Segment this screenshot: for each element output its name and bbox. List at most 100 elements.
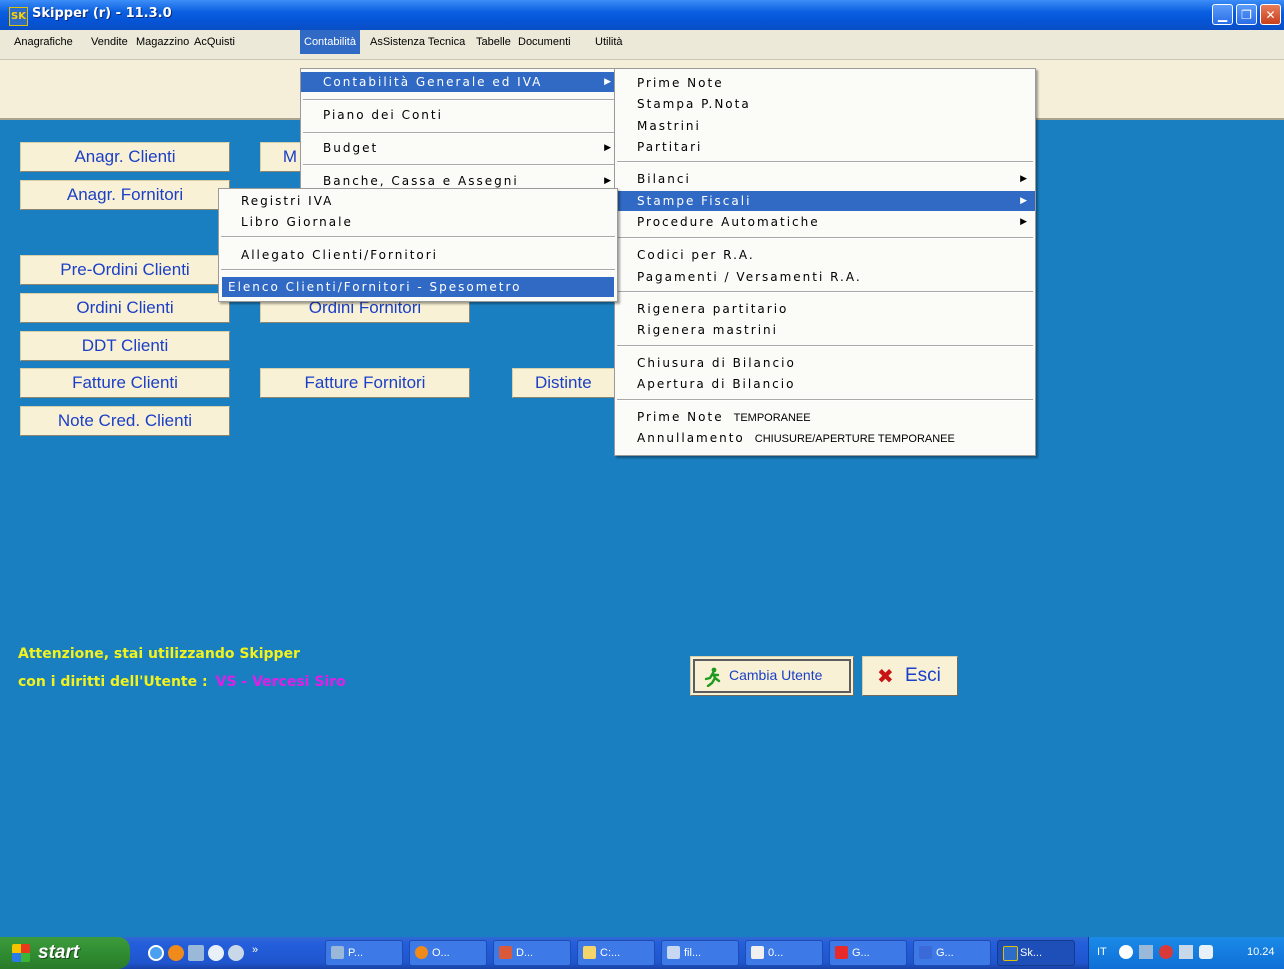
menu-acquisti[interactable]: AcQuisti xyxy=(190,30,239,54)
restore-button[interactable]: ❐ xyxy=(1236,4,1257,25)
volume-icon[interactable] xyxy=(1179,945,1193,959)
ddt-clienti-button[interactable]: DDT Clienti xyxy=(20,331,230,361)
menu-item-label: Budget xyxy=(323,141,379,155)
note-cred-clienti-button[interactable]: Note Cred. Clienti xyxy=(20,406,230,436)
window-title: Skipper (r) - 11.3.0 xyxy=(32,6,172,21)
anagr-fornitori-button[interactable]: Anagr. Fornitori xyxy=(20,180,230,210)
pdf-icon xyxy=(835,946,848,959)
taskbar-item-label: fil... xyxy=(684,947,702,959)
menu-item-piano-dei-conti[interactable]: Piano dei Conti xyxy=(301,105,619,125)
fatture-clienti-button[interactable]: Fatture Clienti xyxy=(20,368,230,398)
menu-separator xyxy=(617,161,1033,163)
menu-item-apertura-bilancio[interactable]: Apertura di Bilancio xyxy=(615,374,1035,394)
ie-icon[interactable] xyxy=(148,945,164,961)
running-man-icon xyxy=(704,667,721,687)
contabilita-generale-menu: Prime Note Stampa P.Nota Mastrini Partit… xyxy=(614,68,1036,456)
tray-app-icon[interactable] xyxy=(1199,945,1213,959)
menu-item-label: Procedure Automatiche xyxy=(637,215,820,229)
close-x-icon: ✖ xyxy=(877,664,894,688)
anagr-clienti-button[interactable]: Anagr. Clienti xyxy=(20,142,230,172)
taskbar-item[interactable]: C:... xyxy=(577,940,655,966)
menu-item-pagamenti-versamenti-ra[interactable]: Pagamenti / Versamenti R.A. xyxy=(615,267,1035,287)
taskbar-item[interactable]: O... xyxy=(409,940,487,966)
taskbar: start » P... O... D... C:... fil... 0...… xyxy=(0,937,1284,969)
pre-ordini-clienti-button[interactable]: Pre-Ordini Clienti xyxy=(20,255,230,285)
menu-magazzino[interactable]: Magazzino xyxy=(132,30,193,54)
word-icon xyxy=(919,946,932,959)
menu-utilita[interactable]: Utilità xyxy=(591,30,627,54)
menu-separator xyxy=(221,236,615,238)
media-icon[interactable] xyxy=(208,945,224,961)
distinte-button[interactable]: Distinte xyxy=(512,368,622,398)
taskbar-item-skipper[interactable]: Sk... xyxy=(997,940,1075,966)
menu-item-annullamento[interactable]: Annullamento CHIUSURE/APERTURE TEMPORANEE xyxy=(615,428,1035,448)
menu-item-partitari[interactable]: Partitari xyxy=(615,137,1035,157)
menu-item-allegato-clienti-fornitori[interactable]: Allegato Clienti/Fornitori xyxy=(219,245,617,265)
submenu-arrow-icon: ▶ xyxy=(1020,174,1027,184)
taskbar-item[interactable]: G... xyxy=(829,940,907,966)
taskbar-item[interactable]: P... xyxy=(325,940,403,966)
menu-item-bilanci[interactable]: Bilanci ▶ xyxy=(615,169,1035,189)
menu-contabilita[interactable]: Contabilità xyxy=(300,30,360,54)
menu-item-rigenera-mastrini[interactable]: Rigenera mastrini xyxy=(615,320,1035,340)
taskbar-item[interactable]: 0... xyxy=(745,940,823,966)
taskbar-item[interactable]: D... xyxy=(493,940,571,966)
menu-item-budget[interactable]: Budget ▶ xyxy=(301,138,619,158)
start-button[interactable]: start xyxy=(0,937,130,969)
clock[interactable]: 10.24 xyxy=(1247,946,1275,958)
menu-separator xyxy=(617,291,1033,293)
current-user: VS - Vercesi Siro xyxy=(215,674,346,690)
menu-item-registri-iva[interactable]: Registri IVA xyxy=(219,191,617,211)
menu-separator xyxy=(617,237,1033,239)
skipper-icon xyxy=(1003,946,1018,961)
taskbar-item[interactable]: fil... xyxy=(661,940,739,966)
warning-line-2: con i diritti dell'Utente : VS - Vercesi … xyxy=(18,674,346,690)
menu-item-label: Stampe Fiscali xyxy=(637,194,752,208)
menu-item-stampe-fiscali[interactable]: Stampe Fiscali ▶ xyxy=(615,191,1035,211)
app-icon: SK xyxy=(9,7,28,26)
menu-separator xyxy=(617,399,1033,401)
firefox-icon[interactable] xyxy=(168,945,184,961)
menu-separator xyxy=(303,132,617,134)
menu-item-label: Prime Note xyxy=(637,410,724,424)
close-button[interactable]: ✕ xyxy=(1260,4,1281,25)
menu-item-prime-note[interactable]: Prime Note xyxy=(615,73,1035,93)
taskbar-item[interactable]: G... xyxy=(913,940,991,966)
menu-item-chiusura-bilancio[interactable]: Chiusura di Bilancio xyxy=(615,353,1035,373)
menu-item-label: Annullamento xyxy=(637,431,745,445)
fatture-fornitori-button[interactable]: Fatture Fornitori xyxy=(260,368,470,398)
tray-expand-icon[interactable] xyxy=(1119,945,1133,959)
browser-icon[interactable] xyxy=(228,945,244,961)
cambia-utente-button[interactable]: Cambia Utente xyxy=(690,656,854,696)
stampe-fiscali-menu: Registri IVA Libro Giornale Allegato Cli… xyxy=(218,188,618,302)
minimize-button[interactable]: ▁ xyxy=(1212,4,1233,25)
menu-item-codici-ra[interactable]: Codici per R.A. xyxy=(615,245,1035,265)
menu-assistenza-tecnica[interactable]: AsSistenza Tecnica xyxy=(366,30,469,54)
menu-item-libro-giornale[interactable]: Libro Giornale xyxy=(219,212,617,232)
menu-item-mastrini[interactable]: Mastrini xyxy=(615,116,1035,136)
submenu-arrow-icon: ▶ xyxy=(1020,196,1027,206)
menu-anagrafiche[interactable]: Anagrafiche xyxy=(10,30,77,54)
security-icon[interactable] xyxy=(1159,945,1173,959)
menu-item-prime-note-temporanee[interactable]: Prime Note TEMPORANEE xyxy=(615,407,1035,427)
menu-item-elenco-spesometro[interactable]: Elenco Clienti/Fornitori - Spesometro xyxy=(222,277,614,297)
language-indicator[interactable]: IT xyxy=(1097,946,1107,958)
warning-prefix: con i diritti dell'Utente : xyxy=(18,674,208,690)
notepad-icon xyxy=(751,946,764,959)
menu-documenti[interactable]: Documenti xyxy=(514,30,575,54)
title-bar: SK Skipper (r) - 11.3.0 ▁ ❐ ✕ xyxy=(0,0,1284,30)
ordini-clienti-button[interactable]: Ordini Clienti xyxy=(20,293,230,323)
menu-tabelle[interactable]: Tabelle xyxy=(472,30,515,54)
menu-item-contabilita-generale[interactable]: Contabilità Generale ed IVA ▶ xyxy=(301,72,619,92)
menu-item-rigenera-partitario[interactable]: Rigenera partitario xyxy=(615,299,1035,319)
network-icon[interactable] xyxy=(1139,945,1153,959)
menu-item-stampa-pnota[interactable]: Stampa P.Nota xyxy=(615,94,1035,114)
menu-item-procedure-automatiche[interactable]: Procedure Automatiche ▶ xyxy=(615,212,1035,232)
quicklaunch-chevron-icon[interactable]: » xyxy=(252,944,258,956)
email-icon[interactable] xyxy=(188,945,204,961)
taskbar-item-label: P... xyxy=(348,947,364,959)
esci-button[interactable]: ✖ Esci xyxy=(862,656,958,696)
menu-vendite[interactable]: Vendite xyxy=(87,30,132,54)
taskbar-item-label: O... xyxy=(432,947,450,959)
menu-separator xyxy=(617,345,1033,347)
